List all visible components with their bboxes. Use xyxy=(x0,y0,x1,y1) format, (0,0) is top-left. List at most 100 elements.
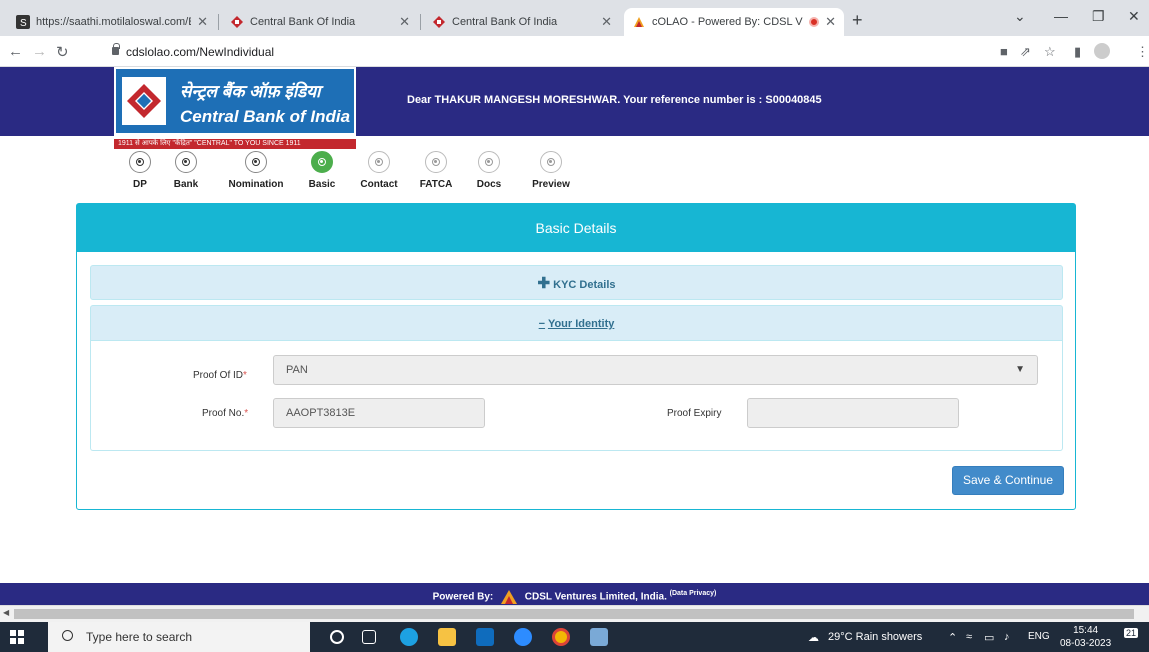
system-clock[interactable]: 15:44 08-03-2023 xyxy=(1060,624,1111,650)
tab-title: cOLAO - Powered By: CDSL V xyxy=(652,16,803,28)
panel-title: Basic Details xyxy=(77,204,1075,252)
central-bank-favicon-icon xyxy=(433,16,445,28)
data-privacy-link[interactable]: (Data Privacy) xyxy=(670,590,717,597)
windows-start-icon[interactable] xyxy=(10,630,24,644)
close-tab-icon[interactable]: ✕ xyxy=(399,14,410,30)
step-fatca[interactable]: FATCA xyxy=(406,151,466,190)
cdsl-favicon-icon xyxy=(634,17,644,27)
kyc-details-accordion[interactable]: ✚ KYC Details xyxy=(90,265,1063,300)
company-name: CDSL Ventures Limited, India. xyxy=(524,591,667,603)
proof-expiry-label: Proof Expiry xyxy=(667,408,722,419)
tab-central-bank-2[interactable]: Central Bank Of India ✕ xyxy=(424,8,620,36)
tray-chevron-icon[interactable]: ⌃ xyxy=(948,631,957,644)
recording-indicator-icon xyxy=(809,17,820,27)
image-viewer-icon[interactable] xyxy=(590,628,608,646)
reload-icon[interactable]: ↻ xyxy=(56,43,69,61)
svg-text:S: S xyxy=(20,18,27,29)
horizontal-scrollbar[interactable]: ◀ xyxy=(0,605,1149,622)
taskbar-search-box[interactable]: Type here to search xyxy=(48,622,310,652)
address-bar: ← → ↻ cdslolao.com/NewIndividual ■ ⇗ ☆ ▮… xyxy=(0,36,1149,67)
step-nomination[interactable]: Nomination xyxy=(226,151,286,190)
step-preview[interactable]: Preview xyxy=(521,151,581,190)
forward-arrow-icon[interactable]: → xyxy=(32,43,47,60)
close-tab-icon[interactable]: ✕ xyxy=(601,14,612,30)
close-tab-icon[interactable]: ✕ xyxy=(825,14,836,30)
windows-taskbar: Type here to search ☁ 29°C Rain showers … xyxy=(0,622,1149,652)
file-explorer-icon[interactable] xyxy=(438,628,456,646)
tab-central-bank-1[interactable]: Central Bank Of India ✕ xyxy=(222,8,418,36)
chrome-icon[interactable] xyxy=(552,628,570,646)
save-continue-button[interactable]: Save & Continue xyxy=(952,466,1064,495)
your-identity-accordion[interactable]: − Your Identity xyxy=(90,305,1063,341)
tab-title: https://saathi.motilaloswal.com/E xyxy=(36,16,192,28)
tab-colao-active[interactable]: cOLAO - Powered By: CDSL V ✕ xyxy=(624,8,844,36)
scrollbar-thumb[interactable] xyxy=(14,609,1134,619)
proof-of-id-select[interactable]: PAN ▼ xyxy=(273,355,1038,385)
cortana-icon[interactable] xyxy=(330,630,344,644)
tab-title: Central Bank Of India xyxy=(452,16,558,28)
step-indicator-icon xyxy=(311,151,333,173)
restore-button[interactable]: ❐ xyxy=(1092,8,1105,25)
tab-divider xyxy=(218,14,219,30)
bookmark-star-icon[interactable]: ☆ xyxy=(1044,44,1056,60)
step-bank[interactable]: Bank xyxy=(156,151,216,190)
browser-tab-bar: S https://saathi.motilaloswal.com/E ✕ Ce… xyxy=(0,0,1149,36)
proof-no-input[interactable]: AAOPT3813E xyxy=(273,398,485,428)
step-basic[interactable]: Basic xyxy=(292,151,352,190)
step-contact[interactable]: Contact xyxy=(349,151,409,190)
back-arrow-icon[interactable]: ← xyxy=(8,43,23,60)
step-indicator-icon xyxy=(478,151,500,173)
scroll-left-arrow-icon[interactable]: ◀ xyxy=(3,608,9,617)
camera-icon[interactable]: ■ xyxy=(1000,44,1008,59)
zoom-icon[interactable] xyxy=(514,628,532,646)
step-indicator-icon xyxy=(129,151,151,173)
close-window-button[interactable]: ✕ xyxy=(1128,8,1140,25)
proof-of-id-value: PAN xyxy=(286,364,308,376)
step-indicator-icon xyxy=(175,151,197,173)
bank-name-english: Central Bank of India xyxy=(180,107,351,126)
language-indicator[interactable]: ENG xyxy=(1028,631,1050,642)
tab-title: Central Bank Of India xyxy=(250,16,356,28)
task-view-icon[interactable] xyxy=(362,630,376,644)
close-tab-icon[interactable]: ✕ xyxy=(197,14,208,30)
chevron-down-icon: ▼ xyxy=(1015,364,1025,375)
central-bank-favicon-icon xyxy=(231,16,243,28)
bank-tagline: 1911 से आपके लिए "केंद्रित" "CENTRAL" TO… xyxy=(114,139,356,149)
menu-kebab-icon[interactable]: ⋮ xyxy=(1136,44,1149,60)
weather-icon[interactable]: ☁ xyxy=(808,631,819,644)
new-tab-button[interactable]: + xyxy=(852,10,863,31)
bank-logo: सेन्ट्रल बैंक ऑफ़ इंडिया Central Bank of… xyxy=(114,67,356,136)
tab-motilal[interactable]: S https://saathi.motilaloswal.com/E ✕ xyxy=(8,8,216,36)
tab-divider xyxy=(420,14,421,30)
plus-icon: ✚ xyxy=(537,275,551,292)
kyc-details-label: KYC Details xyxy=(553,279,616,291)
proof-of-id-label: Proof Of ID* xyxy=(193,370,247,381)
step-indicator-icon xyxy=(245,151,267,173)
step-label: Docs xyxy=(476,179,502,190)
step-docs[interactable]: Docs xyxy=(459,151,519,190)
volume-icon[interactable]: ♪ xyxy=(1004,631,1010,643)
minus-icon: − xyxy=(538,318,546,330)
step-indicator-icon xyxy=(425,151,447,173)
cdsl-logo-icon xyxy=(501,589,517,604)
bank-name-hindi: सेन्ट्रल बैंक ऑफ़ इंडिया xyxy=(180,82,321,101)
powered-by-label: Powered By: xyxy=(432,591,494,603)
weather-text[interactable]: 29°C Rain showers xyxy=(828,631,922,643)
clock-date: 08-03-2023 xyxy=(1060,638,1112,649)
battery-icon[interactable]: ▭ xyxy=(984,631,994,644)
share-icon[interactable]: ⇗ xyxy=(1020,44,1031,60)
edge-browser-icon[interactable] xyxy=(400,628,418,646)
proof-expiry-input[interactable] xyxy=(747,398,959,428)
step-label: FATCA xyxy=(419,179,453,190)
step-label: Nomination xyxy=(228,179,284,190)
profile-avatar-icon[interactable] xyxy=(1094,43,1110,59)
clock-time: 15:44 xyxy=(1073,625,1099,636)
url-field[interactable]: cdslolao.com/NewIndividual xyxy=(126,45,274,59)
minimize-button[interactable]: — xyxy=(1054,8,1068,24)
notification-badge[interactable]: 21 xyxy=(1124,628,1139,638)
outlook-icon[interactable] xyxy=(476,628,494,646)
tab-search-chevron-icon[interactable]: ⌄ xyxy=(1014,8,1026,25)
side-panel-icon[interactable]: ▮ xyxy=(1074,44,1081,60)
page-footer: Powered By: CDSL Ventures Limited, India… xyxy=(0,583,1149,605)
wifi-icon[interactable]: ≈ xyxy=(966,631,972,643)
